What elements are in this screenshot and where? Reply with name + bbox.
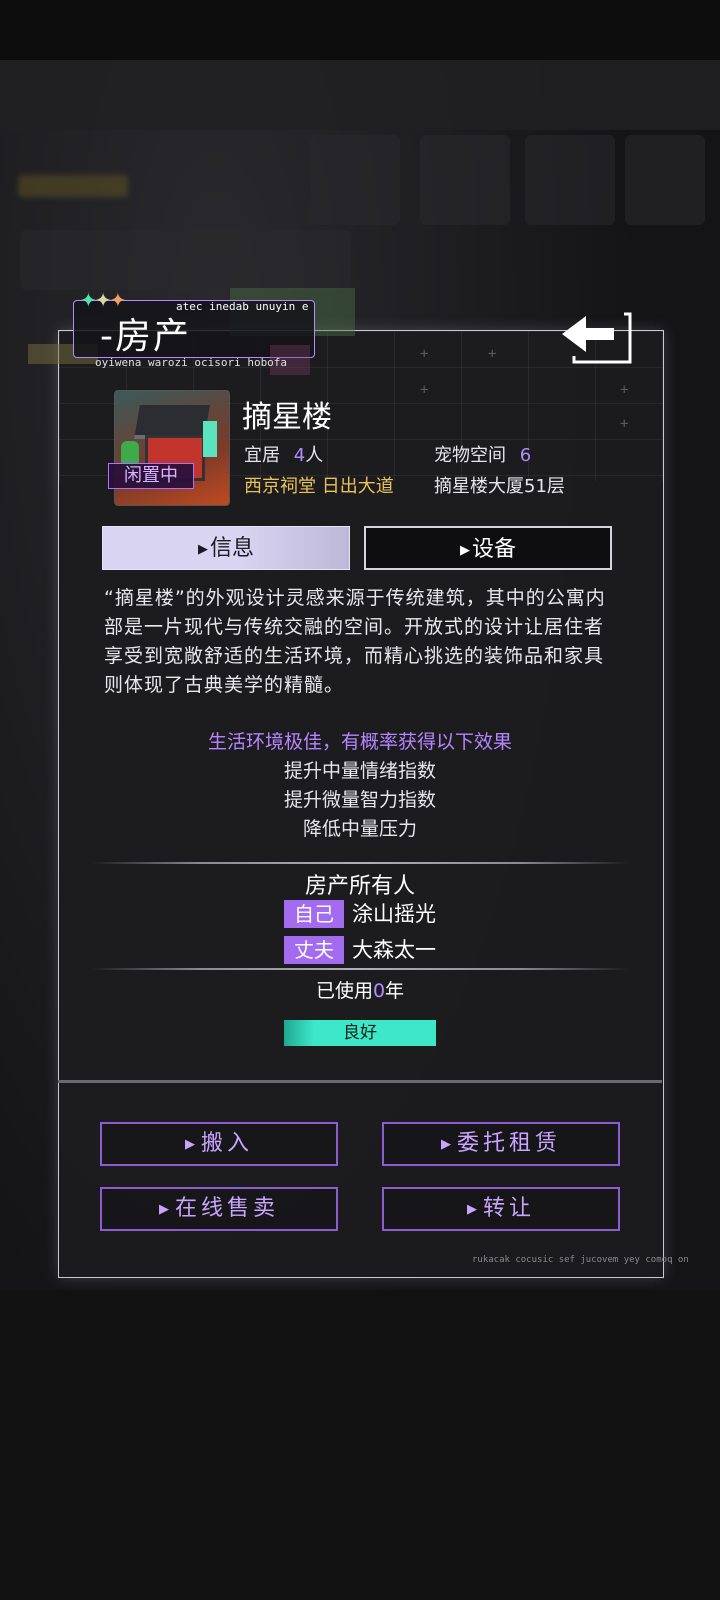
owners-heading: 房产所有人 [304, 874, 415, 899]
usage-suffix: 年 [385, 980, 405, 1002]
grid-plus-mark: + [420, 346, 429, 362]
grid-plus-mark: + [420, 382, 429, 398]
pet-space-label: 宠物空间 [434, 445, 506, 466]
background-block [525, 135, 615, 225]
move-in-button[interactable]: ▶搬入 [100, 1122, 338, 1166]
livable-unit: 人 [305, 445, 324, 466]
footer-code: rukacak cocusic sef jucovem yey comoq on [472, 1255, 689, 1265]
triangle-right-icon: ▶ [184, 1137, 199, 1152]
property-description: “摘星楼”的外观设计灵感来源于传统建筑，其中的公寓内部是一片现代与传统交融的空间… [104, 587, 606, 696]
divider [92, 862, 628, 864]
section-separator [58, 1080, 662, 1083]
effect-item: 提升微量智力指数 [283, 789, 436, 811]
move-in-label: 搬入 [200, 1131, 253, 1156]
background-bottom [0, 1290, 720, 1600]
background-block [20, 230, 350, 290]
triangle-right-icon: ▶ [459, 543, 470, 558]
roof-shape [134, 405, 210, 439]
back-arrow-icon [562, 312, 632, 364]
effect-item: 提升中量情绪指数 [283, 760, 436, 782]
livable-value: 4 [293, 445, 306, 466]
owner-role-tag: 自己 [284, 900, 344, 928]
background-block [310, 135, 400, 225]
sell-online-label: 在线售卖 [174, 1196, 279, 1221]
header-subtitle: atec inedab unuyin e [176, 300, 309, 313]
grid-plus-mark: + [620, 382, 629, 398]
sell-online-button[interactable]: ▶在线售卖 [100, 1187, 338, 1231]
background-block [420, 135, 510, 225]
livable-label: 宜居 [244, 445, 280, 466]
tab-equipment-label: 设备 [471, 537, 516, 562]
entrust-rent-button[interactable]: ▶委托租赁 [382, 1122, 620, 1166]
pet-space-value: 6 [519, 445, 532, 466]
grid-plus-mark: + [488, 346, 497, 362]
triangle-right-icon: ▶ [197, 542, 208, 557]
property-location: 西京祠堂 日出大道 [244, 476, 394, 497]
livable-row: 宜居 4人 [244, 441, 323, 467]
condition-badge: 良好 [284, 1020, 436, 1046]
owner-role-tag: 丈夫 [284, 936, 344, 964]
triangle-right-icon: ▶ [466, 1202, 481, 1217]
tab-equipment[interactable]: ▶设备 [364, 526, 612, 570]
transfer-label: 转让 [482, 1196, 535, 1221]
effects-heading: 生活环境极佳，有概率获得以下效果 [207, 731, 512, 753]
usage-value: 0 [372, 980, 386, 1002]
effect-item: 降低中量压力 [302, 818, 417, 840]
owner-row: 丈夫 大森太一 [58, 934, 662, 964]
triangle-right-icon: ▶ [158, 1202, 173, 1217]
status-badge: 闲置中 [108, 463, 194, 489]
back-button[interactable] [562, 310, 646, 370]
page-title: -房产 [100, 316, 191, 357]
tab-info-label: 信息 [209, 536, 254, 561]
background-nav-bar [0, 60, 720, 130]
owner-name: 大森太一 [352, 938, 436, 962]
screen-shape [203, 421, 217, 457]
property-address: 摘星楼大厦51层 [434, 476, 565, 497]
transfer-button[interactable]: ▶转让 [382, 1187, 620, 1231]
divider [92, 968, 628, 970]
usage-prefix: 已使用 [315, 980, 373, 1002]
owner-row: 自己 涂山摇光 [58, 898, 662, 928]
background-gold-strip [18, 175, 128, 197]
background-block [625, 135, 705, 225]
usage-years: 已使用0年 [58, 976, 662, 1003]
entrust-rent-label: 委托租赁 [456, 1131, 561, 1156]
property-name: 摘星楼 [242, 400, 332, 435]
background-top-bar [0, 0, 720, 60]
owner-name: 涂山摇光 [352, 902, 436, 926]
triangle-right-icon: ▶ [440, 1137, 455, 1152]
pet-space-row: 宠物空间 6 [434, 441, 531, 467]
tab-info[interactable]: ▶信息 [102, 526, 350, 570]
header-subtitle-bottom: oyiwena warozi ocisori hobofa [95, 356, 288, 369]
grid-plus-mark: + [620, 416, 629, 432]
